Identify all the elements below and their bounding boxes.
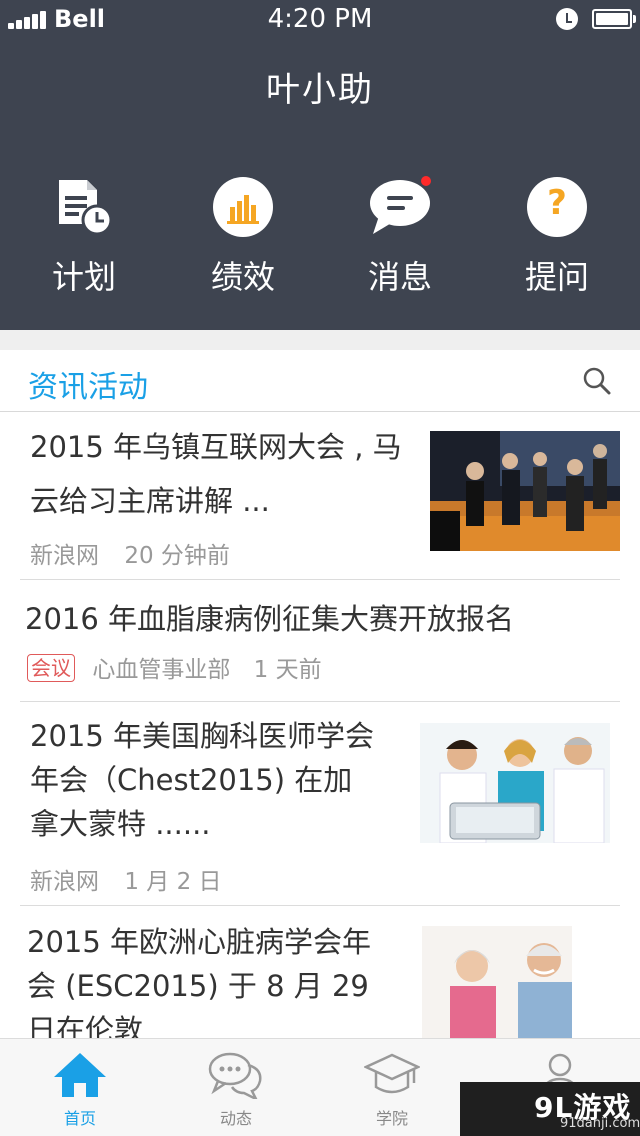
section-title: 资讯活动 (28, 370, 148, 405)
graduation-cap-icon (363, 1051, 421, 1099)
unread-badge (419, 174, 433, 188)
bar-chart-icon (212, 176, 274, 238)
news-source: 心血管事业部 (92, 657, 231, 683)
header: Bell 4:20 PM 叶小助 计划 绩效 消息 ? 提问 (0, 0, 640, 330)
quick-action-label: 绩效 (210, 258, 275, 296)
tab-activity[interactable]: 动态 (156, 1039, 316, 1136)
event-tag: 会议 (27, 654, 75, 682)
news-title-line: 2015 年美国胸科医师学会 (30, 719, 375, 753)
news-section-header: 资讯活动 (0, 350, 640, 412)
question-icon: ? (526, 176, 588, 238)
news-thumbnail (420, 723, 610, 843)
quick-action-plan[interactable]: 计划 (24, 176, 144, 298)
news-title-line: 2015 年欧洲心脏病学会年 (27, 925, 372, 959)
status-time: 4:20 PM (267, 4, 373, 34)
section-divider (0, 330, 640, 350)
home-icon (52, 1051, 108, 1099)
news-thumbnail (430, 431, 620, 551)
news-title-line: 2015 年乌镇互联网大会 , 马 (30, 430, 402, 464)
app-title: 叶小助 (266, 70, 374, 110)
watermark-url: 91danji.com (560, 1116, 640, 1131)
search-icon[interactable] (582, 366, 612, 396)
tab-home[interactable]: 首页 (0, 1039, 160, 1136)
news-title: 2015 年美国胸科医师学会 年会（Chest2015) 在加 拿大蒙特 ...… (30, 714, 374, 846)
message-bubble-icon (369, 174, 433, 238)
news-title: 2015 年乌镇互联网大会 , 马 云给习主席讲解 ... (30, 420, 402, 528)
alarm-icon (556, 8, 578, 30)
news-title: 2015 年欧洲心脏病学会年 会 (ESC2015) 于 8 月 29 日在伦敦 (27, 920, 371, 1052)
quick-action-label: 提问 (524, 258, 589, 296)
tab-label: 学院 (375, 1109, 408, 1128)
news-source: 新浪网 (30, 869, 99, 895)
news-title-line: 年会（Chest2015) 在加 (30, 763, 353, 797)
news-title-line: 2016 年血脂康病例征集大赛开放报名 (25, 602, 515, 636)
news-title-line: 云给习主席讲解 ... (30, 484, 270, 518)
news-meta: 新浪网 1 月 2 日 (30, 862, 222, 896)
news-meta: 会议 心血管事业部 1 天前 (27, 650, 322, 684)
tab-label: 动态 (219, 1109, 252, 1128)
news-time: 1 天前 (253, 657, 322, 683)
quick-action-performance[interactable]: 绩效 (183, 176, 303, 298)
quick-action-messages[interactable]: 消息 (340, 174, 460, 298)
news-meta: 新浪网 20 分钟前 (30, 536, 230, 570)
news-title: 2016 年血脂康病例征集大赛开放报名 (25, 592, 514, 646)
news-item[interactable]: 2015 年欧洲心脏病学会年 会 (ESC2015) 于 8 月 29 日在伦敦 (20, 906, 620, 1047)
news-item[interactable]: 2015 年乌镇互联网大会 , 马 云给习主席讲解 ... 新浪网 20 分钟前 (20, 412, 620, 580)
status-bar: Bell 4:20 PM (0, 0, 640, 38)
news-thumbnail (422, 926, 612, 1038)
news-source: 新浪网 (30, 543, 99, 569)
news-title-line: 会 (ESC2015) 于 8 月 29 (27, 969, 369, 1003)
news-time: 1 月 2 日 (124, 869, 222, 895)
chat-bubbles-icon (208, 1051, 264, 1102)
news-time: 20 分钟前 (124, 543, 230, 569)
quick-action-label: 消息 (367, 258, 432, 296)
tab-academy[interactable]: 学院 (312, 1039, 472, 1136)
plan-document-clock-icon (53, 176, 115, 238)
watermark-logo: 9L游戏 91danji.com (460, 1082, 640, 1136)
tab-label: 首页 (63, 1109, 96, 1128)
battery-icon (592, 9, 636, 29)
news-item[interactable]: 2015 年美国胸科医师学会 年会（Chest2015) 在加 拿大蒙特 ...… (20, 702, 620, 906)
news-title-line: 拿大蒙特 ...... (30, 807, 211, 841)
news-item[interactable]: 2016 年血脂康病例征集大赛开放报名 会议 心血管事业部 1 天前 (20, 580, 620, 702)
quick-action-ask[interactable]: ? 提问 (497, 176, 617, 298)
quick-action-label: 计划 (51, 258, 116, 296)
